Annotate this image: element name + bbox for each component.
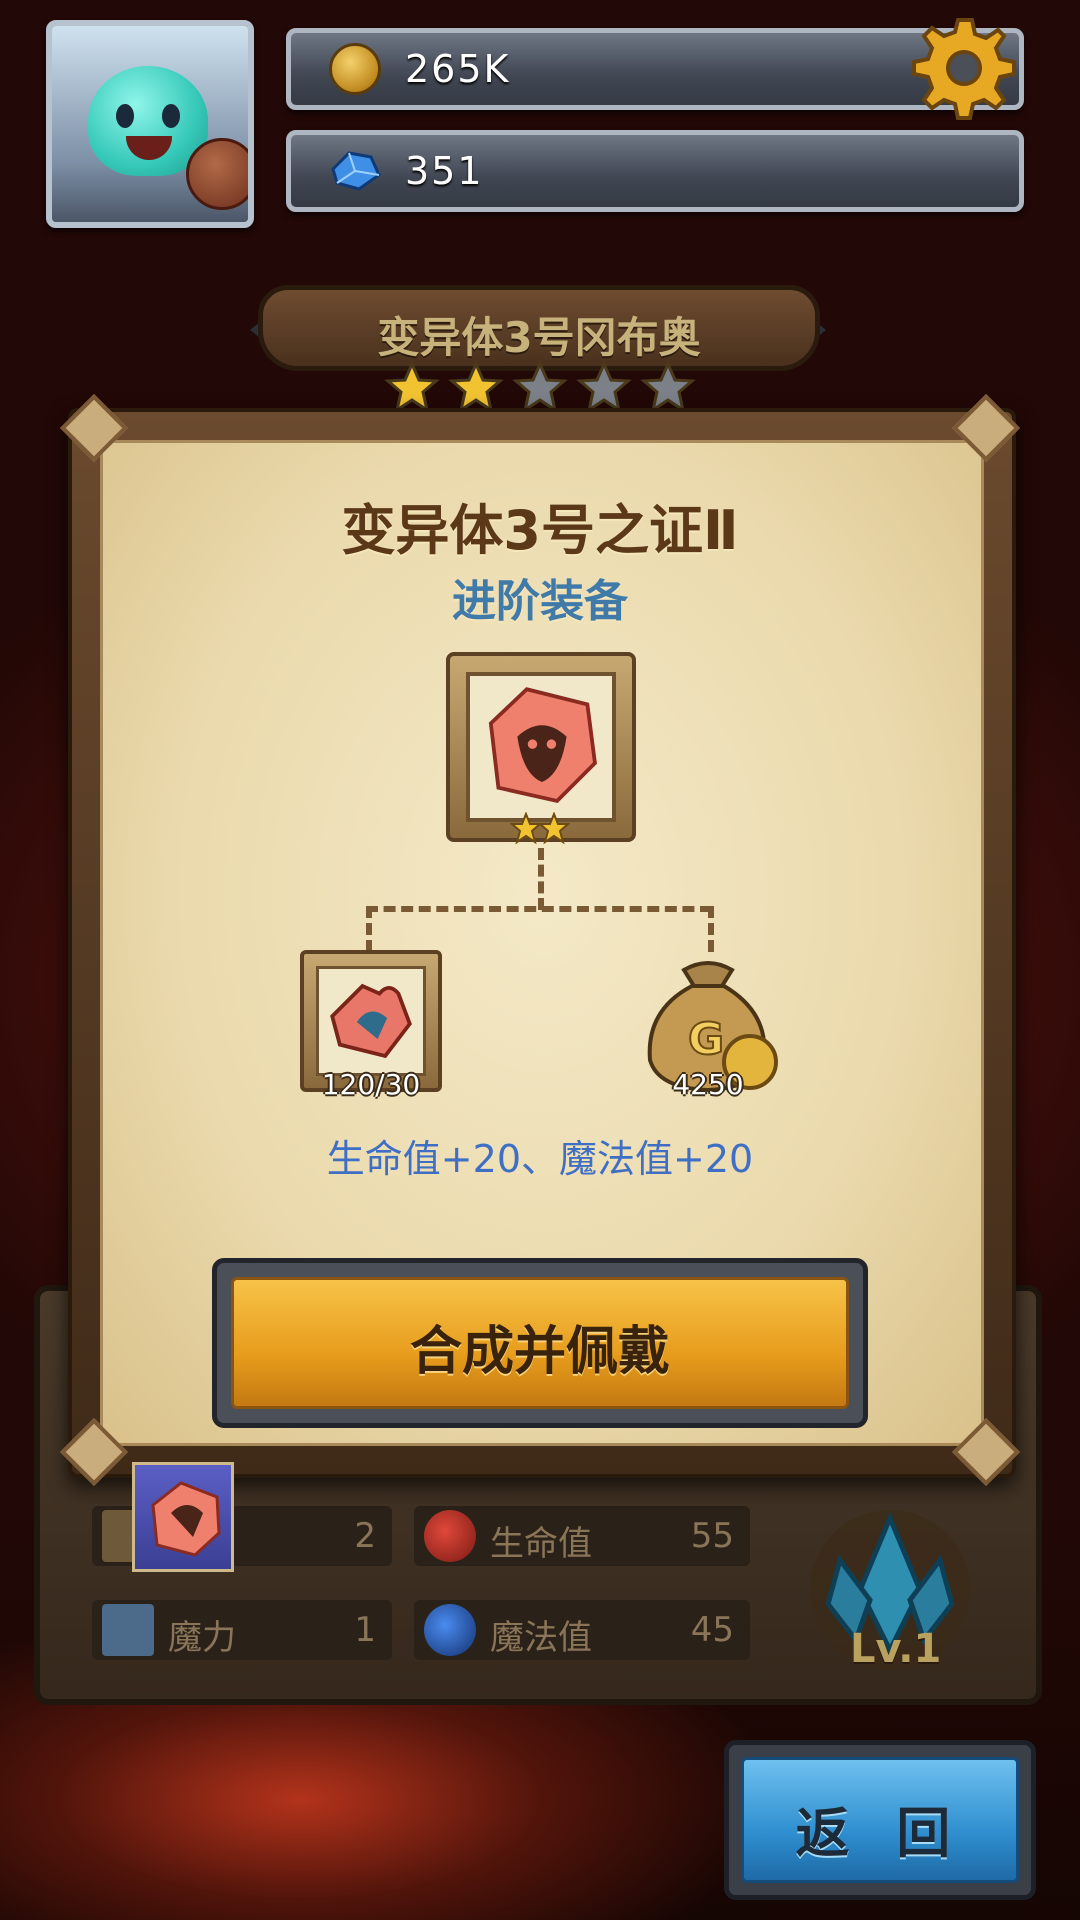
- stat-magic-power-value: 1: [354, 1610, 376, 1650]
- gold-cost: 4250: [672, 1068, 744, 1101]
- bonus-text: 生命值+20、魔法值+20: [326, 1137, 754, 1181]
- gold-coin-icon: [329, 43, 381, 95]
- puzzle-piece-icon: [330, 983, 412, 1059]
- avatar-eye-left: [116, 104, 134, 128]
- dialog-title: 变异体3号之证Ⅱ: [341, 499, 739, 562]
- dialog-subtitle: 进阶装备: [452, 576, 628, 627]
- back-button[interactable]: 返 回: [724, 1740, 1036, 1900]
- stat-magic-power-label: 魔力: [168, 1618, 236, 1658]
- staff-icon: [102, 1604, 154, 1656]
- star-icon-5: [640, 360, 696, 414]
- stat-hp: 生命值 55: [414, 1506, 750, 1566]
- svg-text:G: G: [688, 1014, 724, 1065]
- red-emblem-puzzle-icon: [488, 687, 597, 804]
- stat-mp-value: 45: [690, 1610, 734, 1650]
- level-label: Lv.1: [850, 1626, 942, 1672]
- recipe-connector: [366, 906, 372, 952]
- avatar-mouth: [126, 136, 172, 160]
- gem-bar[interactable]: 351: [286, 130, 1024, 212]
- gear-icon[interactable]: [910, 14, 1018, 122]
- star-icon-3: [512, 360, 568, 414]
- blue-potion-icon: [424, 1604, 476, 1656]
- result-item-stars: [510, 812, 570, 845]
- stat-hp-label: 生命值: [490, 1524, 592, 1564]
- stat-attack-value: 2: [354, 1516, 376, 1556]
- stage-banner: 变异体3号冈布奥: [258, 285, 820, 371]
- recipe-connector: [366, 906, 712, 912]
- recipe-connector: [708, 906, 714, 952]
- stat-magic-power: 魔力 1: [92, 1600, 392, 1660]
- recipe-connector: [538, 848, 544, 910]
- result-item-frame: [466, 672, 616, 822]
- stage-title: 变异体3号冈布奥: [377, 313, 701, 362]
- stat-mp: 魔法值 45: [414, 1600, 750, 1660]
- red-emblem-icon: [151, 1481, 221, 1557]
- star-icon-4: [576, 360, 632, 414]
- avatar-shield-icon: [186, 138, 248, 210]
- material-frame: [316, 966, 426, 1076]
- stat-hp-value: 55: [690, 1516, 734, 1556]
- craft-button-label: 合成并佩戴: [409, 1322, 670, 1382]
- red-potion-icon: [424, 1510, 476, 1562]
- gem-amount: 351: [405, 149, 484, 193]
- star-icon-1: [384, 360, 440, 414]
- stat-mp-label: 魔法值: [490, 1618, 592, 1658]
- back-button-label: 返 回: [795, 1802, 965, 1865]
- player-avatar[interactable]: [46, 20, 254, 228]
- material-count: 120/30: [321, 1068, 421, 1101]
- avatar-eye-right: [162, 104, 180, 128]
- blue-gem-icon: [331, 151, 381, 191]
- craft-equip-button[interactable]: 合成并佩戴: [212, 1258, 868, 1428]
- star-icon-2: [448, 360, 504, 414]
- gold-amount: 265K: [405, 47, 511, 91]
- equipment-flag[interactable]: [132, 1462, 234, 1572]
